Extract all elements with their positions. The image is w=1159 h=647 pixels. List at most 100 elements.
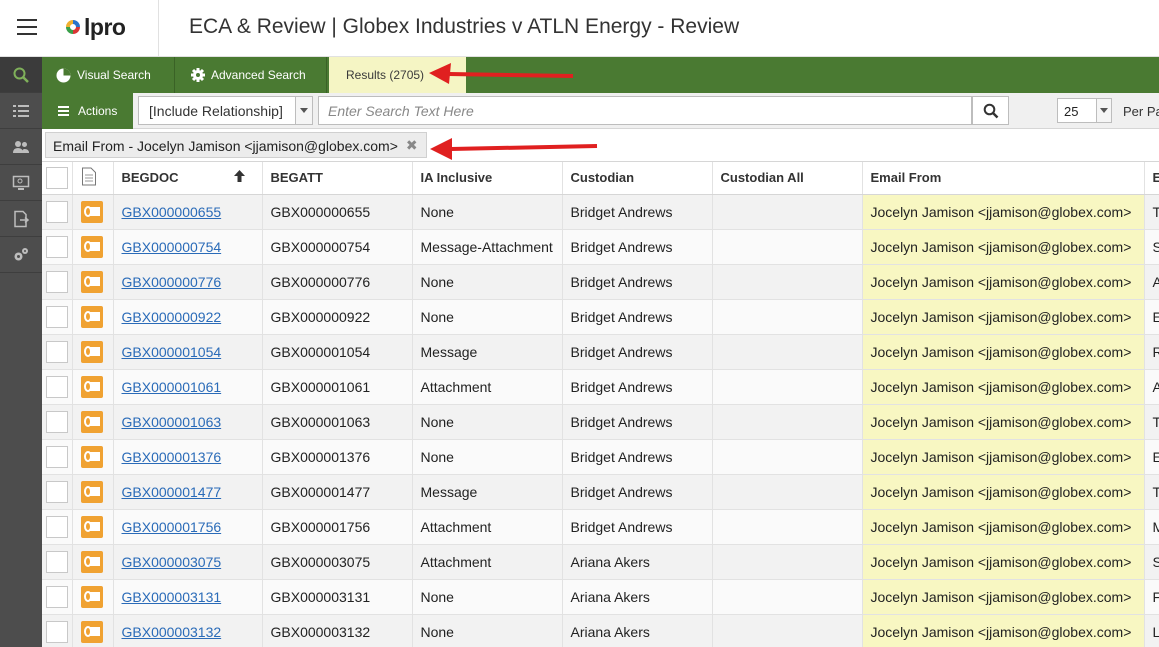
row-checkbox[interactable]	[46, 200, 68, 223]
custodian-all-cell	[712, 264, 863, 300]
outlook-email-icon[interactable]	[80, 480, 103, 503]
outlook-email-icon[interactable]	[80, 620, 103, 643]
search-button[interactable]	[972, 96, 1009, 125]
begdoc-link[interactable]: GBX000001061	[122, 379, 222, 395]
select-all-checkbox[interactable]	[46, 166, 68, 189]
close-icon[interactable]: ✖	[406, 138, 418, 152]
ia-inclusive-cell: Message	[412, 474, 563, 510]
table-row[interactable]: GBX000001477 GBX000001477 Message Bridget A…	[42, 474, 1159, 510]
begdoc-link[interactable]: GBX000003132	[122, 624, 222, 640]
rail-list[interactable]	[0, 93, 42, 129]
hamburger-menu-icon[interactable]	[17, 19, 37, 35]
table-row[interactable]: GBX000001054 GBX000001054 Message Bridget A…	[42, 334, 1159, 370]
rail-search[interactable]	[0, 57, 42, 93]
sort-ascending-icon[interactable]	[233, 170, 245, 185]
logo-mark-icon	[66, 20, 80, 34]
table-row[interactable]: GBX000000922 GBX000000922 None Bridget Andr…	[42, 299, 1159, 335]
ia-inclusive-cell: Attachment	[412, 369, 563, 405]
column-header-email-from[interactable]: Email From	[862, 162, 1145, 195]
tab-results[interactable]: Results (2705)	[329, 57, 466, 93]
relationship-select-value: [Include Relationship]	[149, 103, 283, 119]
search-icon	[983, 103, 998, 118]
email-from-cell: Jocelyn Jamison <jjamison@globex.com>	[862, 194, 1145, 230]
row-checkbox[interactable]	[46, 620, 68, 643]
begdoc-link[interactable]: GBX000000776	[122, 274, 222, 290]
row-checkbox[interactable]	[46, 445, 68, 468]
row-select-cell	[42, 544, 73, 580]
rail-export[interactable]	[0, 201, 42, 237]
outlook-email-icon[interactable]	[80, 340, 103, 363]
table-row[interactable]: GBX000000776 GBX000000776 None Bridget Andr…	[42, 264, 1159, 300]
begdoc-cell: GBX000001376	[113, 439, 263, 475]
column-header-custodian-all[interactable]: Custodian All	[712, 162, 863, 195]
begdoc-link[interactable]: GBX000003075	[122, 554, 222, 570]
outlook-email-icon[interactable]	[80, 410, 103, 433]
ia-inclusive-cell: None	[412, 439, 563, 475]
row-checkbox[interactable]	[46, 410, 68, 433]
custodian-cell: Bridget Andrews	[562, 229, 713, 265]
begdoc-link[interactable]: GBX000001477	[122, 484, 222, 500]
users-icon	[13, 140, 29, 153]
column-header-begatt[interactable]: BEGATT	[262, 162, 413, 195]
tab-visual-search[interactable]: Visual Search	[42, 57, 175, 93]
actions-button[interactable]: Actions	[42, 93, 133, 129]
column-header-ia-inclusive[interactable]: IA Inclusive	[412, 162, 563, 195]
column-header-custodian[interactable]: Custodian	[562, 162, 713, 195]
doc-type-cell	[72, 369, 114, 405]
begdoc-link[interactable]: GBX000001054	[122, 344, 222, 360]
begdoc-link[interactable]: GBX000001376	[122, 449, 222, 465]
begdoc-link[interactable]: GBX000000922	[122, 309, 222, 325]
ipro-logo[interactable]: lpro	[64, 12, 126, 42]
outlook-email-icon[interactable]	[80, 200, 103, 223]
begdoc-link[interactable]: GBX000000754	[122, 239, 222, 255]
table-row[interactable]: GBX000001061 GBX000001061 Attachment Bridge…	[42, 369, 1159, 405]
table-row[interactable]: GBX000003132 GBX000003132 None Ariana Akers…	[42, 614, 1159, 647]
outlook-email-icon[interactable]	[80, 585, 103, 608]
row-checkbox[interactable]	[46, 480, 68, 503]
table-row[interactable]: GBX000001756 GBX000001756 Attachment Bridge…	[42, 509, 1159, 545]
next-column-cell: E	[1144, 439, 1159, 475]
row-checkbox[interactable]	[46, 375, 68, 398]
rail-settings[interactable]	[0, 237, 42, 273]
rail-users[interactable]	[0, 129, 42, 165]
tab-advanced-search[interactable]: Advanced Search	[177, 57, 327, 93]
outlook-email-icon[interactable]	[80, 515, 103, 538]
table-row[interactable]: GBX000001376 GBX000001376 None Bridget Andr…	[42, 439, 1159, 475]
column-header-next[interactable]: E	[1144, 162, 1159, 195]
outlook-email-icon[interactable]	[80, 375, 103, 398]
table-row[interactable]: GBX000003075 GBX000003075 Attachment Ariana…	[42, 544, 1159, 580]
begdoc-link[interactable]: GBX000001063	[122, 414, 222, 430]
outlook-email-icon[interactable]	[80, 445, 103, 468]
row-checkbox[interactable]	[46, 270, 68, 293]
outlook-email-icon[interactable]	[80, 305, 103, 328]
custodian-all-cell	[712, 194, 863, 230]
rail-monitor[interactable]	[0, 165, 42, 201]
column-header-begdoc[interactable]: BEGDOC	[113, 162, 263, 195]
outlook-email-icon[interactable]	[80, 270, 103, 293]
begdoc-link[interactable]: GBX000000655	[122, 204, 222, 220]
filter-chip[interactable]: Email From - Jocelyn Jamison <jjamison@g…	[45, 132, 427, 158]
outlook-email-icon[interactable]	[80, 235, 103, 258]
table-row[interactable]: GBX000001063 GBX000001063 None Bridget Andr…	[42, 404, 1159, 440]
begdoc-link[interactable]: GBX000001756	[122, 519, 222, 535]
row-checkbox[interactable]	[46, 515, 68, 538]
begdoc-link[interactable]: GBX000003131	[122, 589, 222, 605]
doc-type-cell	[72, 404, 114, 440]
relationship-select[interactable]: [Include Relationship]	[138, 96, 313, 125]
table-row[interactable]: GBX000000655 GBX000000655 None Bridget Andr…	[42, 194, 1159, 230]
row-checkbox[interactable]	[46, 235, 68, 258]
per-page-select[interactable]: 25	[1057, 98, 1112, 123]
chevron-down-icon	[1096, 99, 1111, 122]
doc-type-cell	[72, 544, 114, 580]
table-row[interactable]: GBX000000754 GBX000000754 Message-Attachme…	[42, 229, 1159, 265]
row-checkbox[interactable]	[46, 585, 68, 608]
custodian-cell: Bridget Andrews	[562, 509, 713, 545]
custodian-all-cell	[712, 404, 863, 440]
row-checkbox[interactable]	[46, 550, 68, 573]
table-row[interactable]: GBX000003131 GBX000003131 None Ariana Akers…	[42, 579, 1159, 615]
row-checkbox[interactable]	[46, 340, 68, 363]
row-checkbox[interactable]	[46, 305, 68, 328]
search-input[interactable]: Enter Search Text Here	[318, 96, 972, 125]
actions-label: Actions	[78, 104, 118, 118]
outlook-email-icon[interactable]	[80, 550, 103, 573]
